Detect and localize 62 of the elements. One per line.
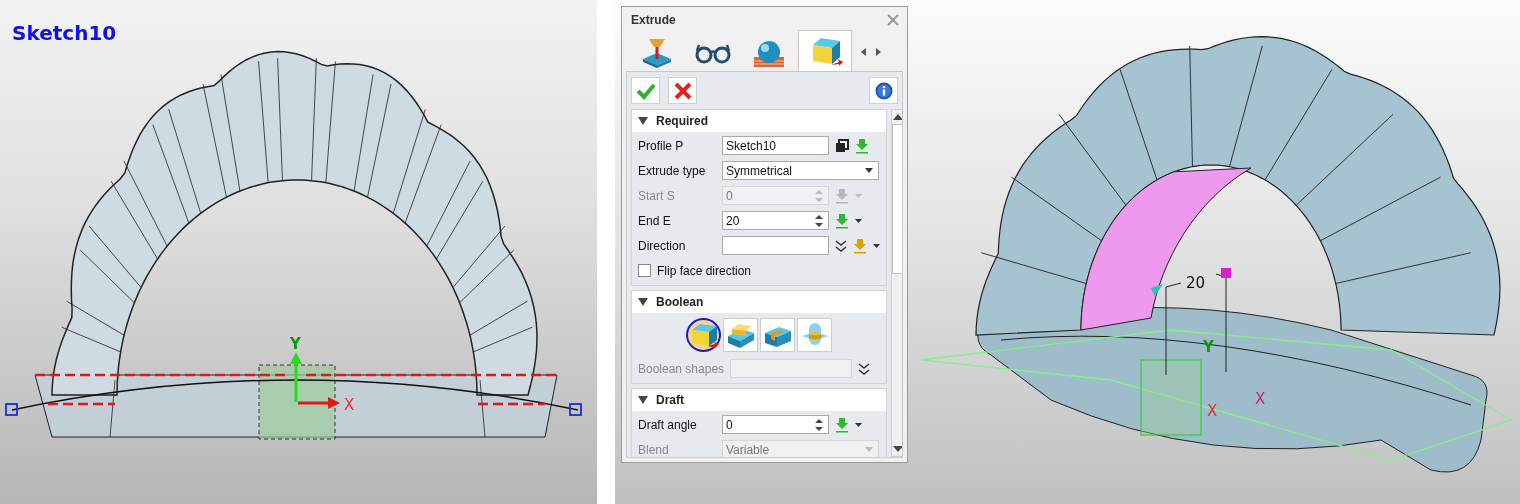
section-header[interactable]: Required	[632, 110, 886, 132]
number-field[interactable]: 0	[722, 415, 829, 434]
scroll-thumb[interactable]	[892, 124, 902, 274]
double-chevron-icon[interactable]	[835, 238, 847, 253]
field-label: Boolean shapes	[638, 361, 725, 376]
union-icon	[725, 321, 756, 349]
field-label: Draft angle	[638, 417, 698, 432]
field-label: Start S	[638, 188, 676, 203]
field-label: Extrude type	[638, 163, 707, 178]
scroll-up-icon[interactable]	[893, 114, 902, 120]
spinner-arrows-icon[interactable]	[815, 213, 823, 228]
axis-label: Y	[1203, 338, 1214, 356]
caret-icon[interactable]	[873, 243, 880, 248]
sphere-icon	[752, 38, 786, 68]
boolean-option[interactable]	[686, 318, 721, 352]
tab[interactable]	[798, 30, 852, 71]
axis-label: X	[1207, 402, 1218, 420]
field-label: Blend	[638, 442, 670, 457]
axis-label: X	[344, 396, 355, 414]
field-label: End E	[638, 213, 672, 228]
scroll-down-icon[interactable]	[893, 446, 902, 452]
checkbox-label: Flip face direction	[657, 263, 752, 278]
info-button[interactable]	[869, 77, 898, 104]
expand-triangle-icon	[638, 395, 648, 405]
sketch-title: Sketch10	[12, 21, 117, 45]
cross-icon	[673, 81, 692, 100]
spinner-arrows-icon[interactable]	[815, 417, 823, 432]
handle-icon[interactable]	[569, 403, 582, 416]
input-field[interactable]	[722, 236, 829, 255]
caret-icon[interactable]	[855, 218, 862, 223]
dashed-line	[48, 402, 115, 406]
number-field[interactable]: 20	[722, 211, 829, 230]
axis-label: Y	[290, 335, 301, 353]
double-chevron-icon[interactable]	[858, 361, 871, 376]
scrollbar[interactable]	[891, 109, 902, 457]
field-label: Profile P	[638, 138, 685, 153]
dropdown-caret-icon	[865, 168, 873, 173]
dropdown-caret-icon	[865, 447, 873, 452]
dimension-label: 20	[1186, 274, 1206, 292]
expand-triangle-icon	[638, 297, 648, 307]
joystick-icon	[640, 37, 674, 69]
close-icon[interactable]	[887, 14, 899, 26]
y-axis-arrow	[290, 352, 302, 402]
info-icon	[874, 81, 893, 100]
expand-triangle-icon	[638, 116, 648, 126]
section-header[interactable]: Draft	[632, 389, 886, 411]
field-label: Direction	[638, 238, 687, 253]
copy-icon[interactable]	[835, 138, 849, 153]
tab-scroll-icon[interactable]	[860, 47, 882, 57]
checkbox[interactable]	[638, 264, 651, 277]
dialog-title: Extrude	[631, 13, 676, 27]
x-axis-arrow	[298, 397, 340, 409]
caret-icon[interactable]	[855, 422, 862, 427]
section-header[interactable]: Boolean	[632, 291, 886, 313]
ok-button[interactable]	[631, 77, 660, 104]
axis-label: X	[1255, 390, 1266, 408]
handle-icon[interactable]	[5, 403, 18, 416]
dropdown-field[interactable]: Symmetrical	[722, 161, 879, 180]
input-field[interactable]: Sketch10	[722, 136, 829, 155]
cancel-button[interactable]	[668, 77, 697, 104]
checkmark-icon	[635, 81, 656, 100]
dashed-line	[478, 402, 545, 406]
